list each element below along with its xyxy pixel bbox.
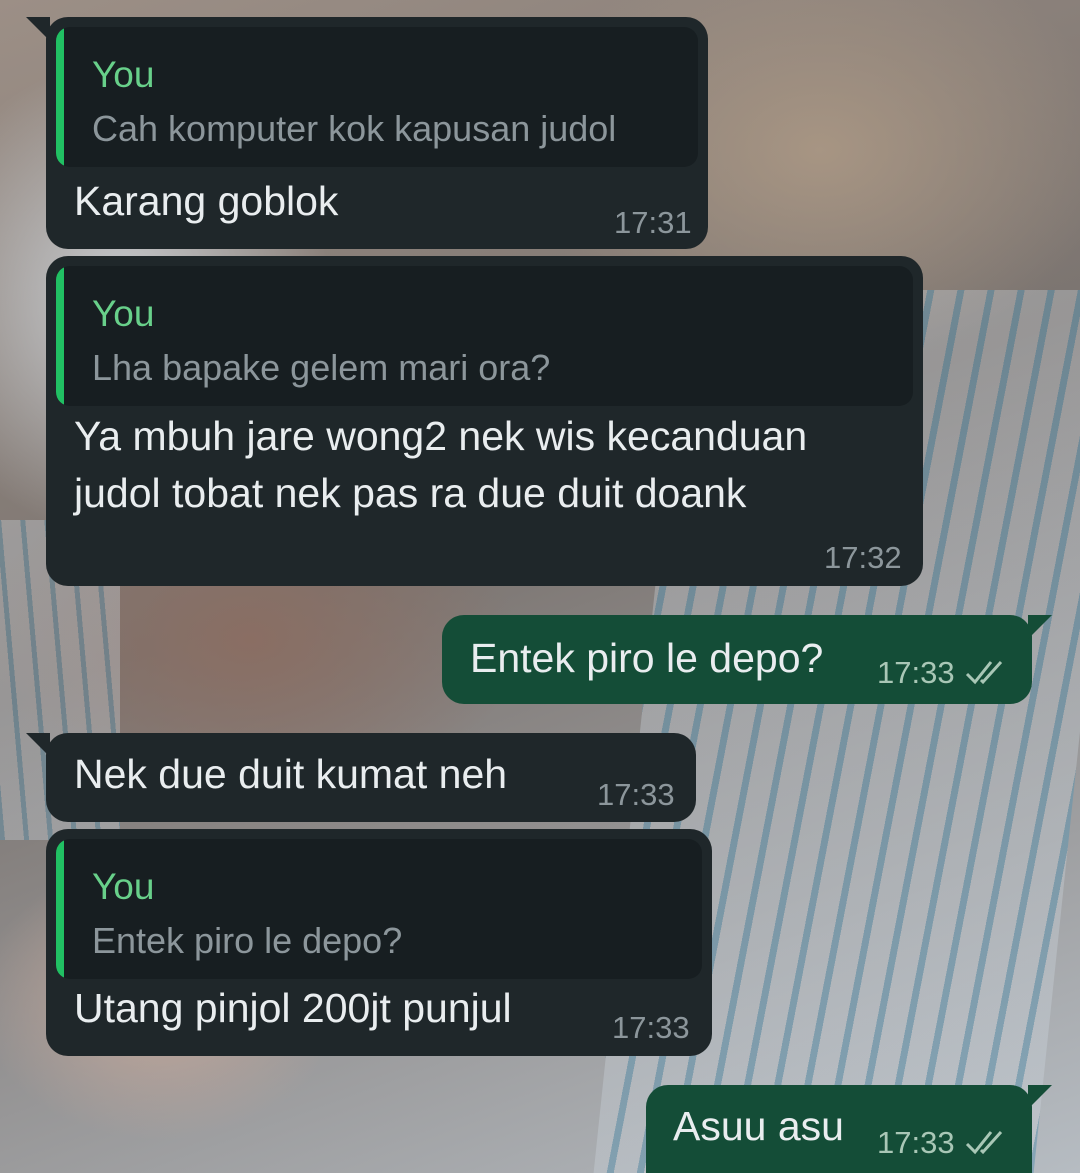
message-bubble-incoming[interactable]: You Lha bapake gelem mari ora? Ya mbuh j… xyxy=(46,256,923,586)
quoted-reply[interactable]: You Entek piro le depo? xyxy=(56,839,702,979)
quoted-reply[interactable]: You Cah komputer kok kapusan judol xyxy=(56,27,698,167)
quote-text: Entek piro le depo? xyxy=(92,920,403,961)
message-time: 17:33 xyxy=(597,777,675,812)
message-bubble-incoming[interactable]: You Entek piro le depo? Utang pinjol 200… xyxy=(46,829,712,1056)
message-text: Asuu asu xyxy=(673,1103,844,1149)
message-time: 17:33 xyxy=(612,1010,690,1045)
quote-bar xyxy=(56,839,64,979)
message-text-line: Ya mbuh jare wong2 nek wis kecanduan xyxy=(74,413,808,459)
quote-text: Cah komputer kok kapusan judol xyxy=(92,108,617,149)
message-text-line: judol tobat nek pas ra due duit doank xyxy=(74,470,747,516)
quote-bar xyxy=(56,266,64,406)
message-bubble-outgoing[interactable]: Entek piro le depo? 17:33 xyxy=(442,615,1052,704)
message-time: 17:33 xyxy=(877,1125,955,1160)
quoted-reply[interactable]: You Lha bapake gelem mari ora? xyxy=(56,266,913,406)
message-bubble-incoming[interactable]: You Cah komputer kok kapusan judol Karan… xyxy=(26,17,708,249)
message-text: Utang pinjol 200jt punjul xyxy=(74,985,512,1031)
message-time: 17:31 xyxy=(614,205,692,240)
quote-bar xyxy=(56,27,64,167)
message-bubble-incoming[interactable]: Nek due duit kumat neh 17:33 xyxy=(26,733,696,822)
message-text: Entek piro le depo? xyxy=(470,635,824,681)
read-ticks-icon xyxy=(965,660,1003,685)
read-ticks-icon xyxy=(965,1130,1003,1155)
quote-author: You xyxy=(92,293,155,334)
message-text: Karang goblok xyxy=(74,178,339,224)
message-bubble-outgoing[interactable]: Asuu asu 17:33 xyxy=(646,1085,1052,1173)
quote-author: You xyxy=(92,866,155,907)
quote-author: You xyxy=(92,54,155,95)
quote-text: Lha bapake gelem mari ora? xyxy=(92,347,551,388)
message-time: 17:33 xyxy=(877,655,955,690)
message-text: Nek due duit kumat neh xyxy=(74,751,508,797)
message-time: 17:32 xyxy=(824,540,902,575)
